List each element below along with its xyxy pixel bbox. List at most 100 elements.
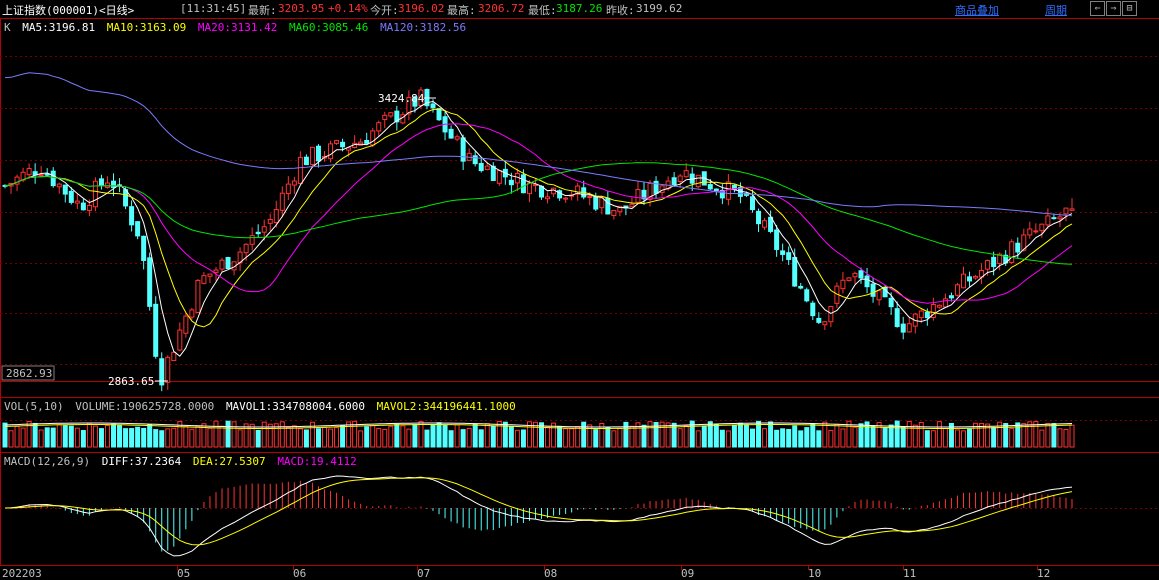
candle-body bbox=[472, 155, 478, 165]
candle-body bbox=[756, 210, 762, 225]
volume-bar bbox=[906, 420, 912, 448]
volume-bar bbox=[14, 425, 20, 448]
candle-body bbox=[44, 173, 50, 176]
volume-bar bbox=[285, 427, 291, 448]
volume-bar bbox=[569, 428, 575, 448]
candle-body bbox=[279, 192, 285, 211]
candle-body bbox=[38, 174, 44, 177]
candle-body bbox=[249, 235, 255, 245]
candle-body bbox=[1039, 223, 1045, 232]
diff-line bbox=[4, 475, 1073, 557]
volume-bar bbox=[954, 429, 960, 448]
volume-bar bbox=[918, 422, 924, 448]
volume-bar bbox=[406, 428, 412, 448]
volume-bar bbox=[545, 426, 551, 448]
volume-bar bbox=[991, 426, 997, 448]
candle-body bbox=[900, 323, 906, 333]
volume-bar bbox=[141, 427, 147, 448]
volume-bar bbox=[98, 428, 104, 448]
volume-bar bbox=[231, 421, 237, 448]
volume-bar bbox=[1039, 429, 1045, 448]
candle-body bbox=[822, 321, 828, 326]
candle-body bbox=[388, 112, 394, 117]
volume-bar bbox=[430, 424, 436, 448]
volume-bar bbox=[792, 425, 798, 448]
volume-bar bbox=[20, 427, 26, 448]
candle-body bbox=[496, 170, 502, 184]
candle-body bbox=[177, 329, 183, 351]
volume-bar bbox=[466, 427, 472, 448]
candle-body bbox=[677, 175, 683, 182]
volume-bar bbox=[92, 425, 98, 448]
candle-body bbox=[840, 279, 846, 290]
candle-body bbox=[786, 252, 792, 261]
candle-body bbox=[213, 269, 219, 273]
volume-bar bbox=[117, 425, 123, 448]
x-label-08: 08 bbox=[544, 567, 557, 580]
volume-bar bbox=[882, 427, 888, 448]
candle-body bbox=[165, 356, 171, 383]
volume-bar bbox=[400, 425, 406, 448]
candle-body bbox=[370, 130, 376, 146]
volume-bar bbox=[321, 426, 327, 448]
candle-body bbox=[539, 185, 545, 198]
ma5-line bbox=[4, 100, 1073, 357]
candle-body bbox=[936, 304, 942, 308]
volume-bar bbox=[213, 420, 219, 448]
candle-body bbox=[490, 165, 496, 181]
candle-body bbox=[762, 220, 768, 228]
candle-body bbox=[436, 108, 442, 121]
candle-body bbox=[243, 243, 249, 254]
volume-bar bbox=[249, 423, 255, 448]
candle-body bbox=[960, 273, 966, 289]
candle-body bbox=[273, 209, 279, 224]
volume-bar bbox=[207, 427, 213, 448]
candle-body bbox=[484, 165, 490, 170]
candle-body bbox=[1033, 230, 1039, 233]
volume-bar bbox=[189, 428, 195, 448]
candle-body bbox=[153, 303, 159, 357]
candle-body bbox=[828, 306, 834, 323]
volume-bar bbox=[840, 428, 846, 448]
candle-body bbox=[92, 180, 98, 208]
volume-bar bbox=[593, 429, 599, 448]
volume-bar bbox=[804, 427, 810, 448]
volume-bar bbox=[454, 424, 460, 448]
candle-body bbox=[635, 189, 641, 203]
volume-bar bbox=[942, 428, 948, 448]
volume-bar bbox=[86, 422, 92, 448]
x-label-12: 12 bbox=[1037, 567, 1050, 580]
candle-body bbox=[924, 311, 930, 319]
volume-bar bbox=[436, 422, 442, 448]
volume-bar bbox=[665, 422, 671, 448]
volume-bar bbox=[1033, 420, 1039, 448]
kline-chart[interactable]: 3424.84 2863.65 2862.93 202203 05 06 07 … bbox=[0, 0, 1159, 580]
volume-bar bbox=[780, 428, 786, 448]
volume-bar bbox=[520, 429, 526, 448]
volume-bar bbox=[225, 420, 231, 448]
candle-body bbox=[894, 308, 900, 328]
volume-bar bbox=[297, 428, 303, 448]
x-label-10: 10 bbox=[808, 567, 821, 580]
candle-body bbox=[611, 209, 617, 216]
candle-body bbox=[876, 290, 882, 301]
volume-bar bbox=[195, 425, 201, 448]
candle-body bbox=[129, 206, 135, 226]
volume-bar bbox=[62, 425, 68, 448]
volume-bar bbox=[261, 421, 267, 448]
volume-bar bbox=[315, 428, 321, 448]
volume-bar bbox=[605, 427, 611, 448]
volume-bar bbox=[617, 427, 623, 448]
volume-bar bbox=[129, 428, 135, 448]
volume-bar bbox=[756, 420, 762, 448]
volume-bar bbox=[478, 429, 484, 448]
candle-body bbox=[74, 200, 80, 204]
volume-bar bbox=[279, 421, 285, 448]
volume-bar bbox=[159, 430, 165, 448]
candle-body bbox=[340, 141, 346, 148]
candle-body bbox=[207, 273, 213, 277]
volume-bar bbox=[894, 420, 900, 448]
volume-bar bbox=[424, 429, 430, 448]
volume-bar bbox=[484, 423, 490, 448]
volume-bar bbox=[713, 423, 719, 448]
